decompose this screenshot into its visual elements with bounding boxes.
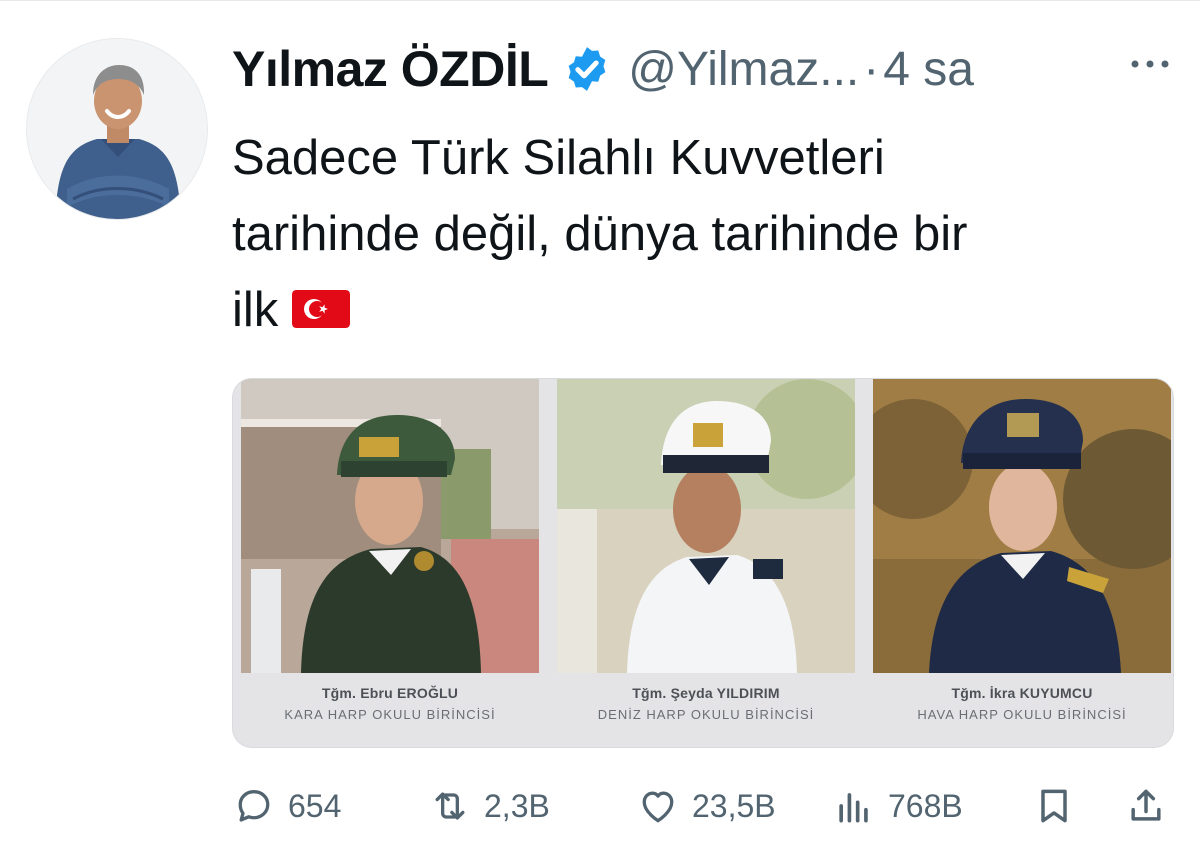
tweet-media[interactable]: Tğm. Ebru EROĞLU KARA HARP OKULU BİRİNCİ…: [232, 378, 1174, 748]
caption-name: Tğm. Şeyda YILDIRIM: [632, 685, 780, 701]
army-officer-photo: [241, 379, 539, 673]
tweet-text-line: ilk: [232, 272, 1162, 348]
navy-officer-photo: [557, 379, 855, 673]
caption-subtitle: DENİZ HARP OKULU BİRİNCİSİ: [597, 707, 815, 722]
views-count: 768B: [888, 787, 963, 824]
turkey-flag-icon: [292, 290, 351, 328]
bookmark-button[interactable]: [1032, 776, 1076, 836]
caption-subtitle: HAVA HARP OKULU BİRİNCİSİ: [917, 707, 1127, 722]
tweet-text: Sadece Türk Silahlı Kuvvetleri tarihinde…: [232, 120, 1162, 348]
tweet-text-last: ilk: [232, 283, 279, 337]
separator-dot: ·: [863, 42, 880, 96]
reply-button[interactable]: 654: [232, 776, 341, 836]
caption-name: Tğm. Ebru EROĞLU: [321, 685, 459, 701]
media-caption: Tğm. Şeyda YILDIRIM DENİZ HARP OKULU BİR…: [557, 685, 855, 722]
tweet-text-line: Sadece Türk Silahlı Kuvvetleri: [232, 131, 885, 185]
like-button[interactable]: 23,5B: [636, 776, 776, 836]
reply-count: 654: [288, 787, 342, 824]
author-name[interactable]: Yılmaz ÖZDİL: [232, 40, 549, 98]
tweet-time[interactable]: 4 sa: [883, 42, 974, 97]
retweet-icon: [435, 792, 465, 820]
share-button[interactable]: [1124, 776, 1168, 836]
reply-icon: [238, 790, 270, 822]
tweet-actions: 654 2,3B 23,5B 768B: [232, 776, 1172, 836]
author-handle[interactable]: @Yilmaz...: [628, 42, 859, 97]
media-panel-navy: [557, 379, 855, 673]
tweet-text-line: tarihinde değil, dünya tarihinde bir: [232, 207, 968, 261]
avatar-image: [27, 39, 207, 219]
like-icon: [642, 791, 674, 823]
airforce-officer-photo: [873, 379, 1171, 673]
retweet-button[interactable]: 2,3B: [428, 776, 550, 836]
media-caption: Tğm. İkra KUYUMCU HAVA HARP OKULU BİRİNC…: [873, 685, 1171, 722]
media-panel-army: [241, 379, 539, 673]
verified-badge-icon: [568, 47, 606, 91]
views-button[interactable]: 768B: [832, 776, 963, 836]
author-avatar[interactable]: [26, 38, 208, 220]
caption-subtitle: KARA HARP OKULU BİRİNCİSİ: [284, 707, 496, 722]
bookmark-icon: [1041, 789, 1067, 823]
caption-name: Tğm. İkra KUYUMCU: [951, 685, 1093, 701]
more-icon[interactable]: [1128, 54, 1172, 74]
share-icon: [1131, 789, 1161, 821]
media-panel-airforce: [873, 379, 1171, 673]
retweet-count: 2,3B: [484, 787, 550, 824]
views-icon: [839, 793, 868, 823]
top-divider: [0, 0, 1200, 6]
media-caption: Tğm. Ebru EROĞLU KARA HARP OKULU BİRİNCİ…: [241, 685, 539, 722]
like-count: 23,5B: [692, 787, 776, 824]
tweet-header: Yılmaz ÖZDİL @Yilmaz... · 4 sa: [232, 38, 1182, 100]
